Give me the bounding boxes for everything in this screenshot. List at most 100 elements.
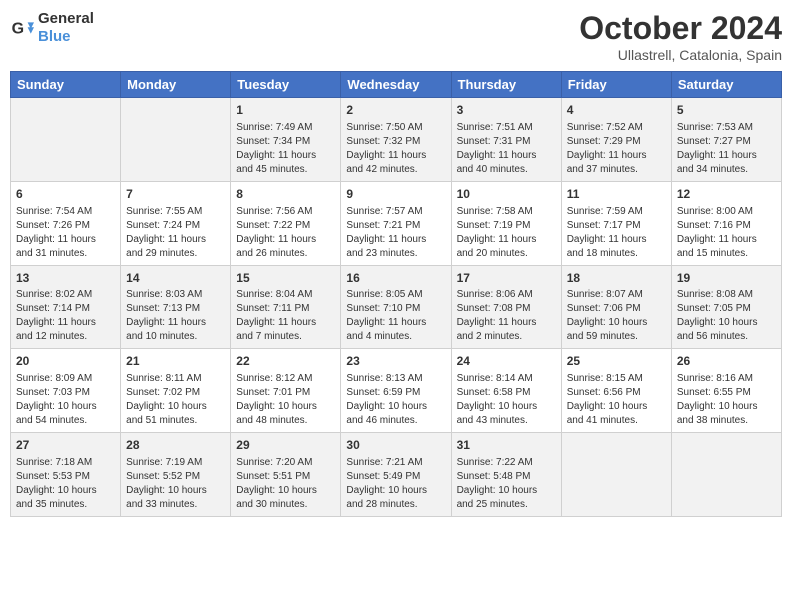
day-of-week-header: Friday — [561, 72, 671, 98]
day-content: Sunrise: 8:09 AM Sunset: 7:03 PM Dayligh… — [16, 372, 115, 428]
day-content: Sunrise: 7:53 AM Sunset: 7:27 PM Dayligh… — [677, 121, 776, 177]
day-number: 4 — [567, 102, 666, 119]
calendar-table: SundayMondayTuesdayWednesdayThursdayFrid… — [10, 71, 782, 517]
day-content: Sunrise: 8:04 AM Sunset: 7:11 PM Dayligh… — [236, 288, 335, 344]
day-of-week-header: Thursday — [451, 72, 561, 98]
title-block: October 2024 Ullastrell, Catalonia, Spai… — [579, 10, 782, 63]
logo-line1: General — [38, 10, 94, 28]
logo-icon: G — [10, 16, 34, 40]
calendar-week-row: 27Sunrise: 7:18 AM Sunset: 5:53 PM Dayli… — [11, 433, 782, 517]
day-number: 26 — [677, 353, 776, 370]
day-number: 25 — [567, 353, 666, 370]
day-content: Sunrise: 8:06 AM Sunset: 7:08 PM Dayligh… — [457, 288, 556, 344]
calendar-cell: 10Sunrise: 7:58 AM Sunset: 7:19 PM Dayli… — [451, 181, 561, 265]
calendar-header-row: SundayMondayTuesdayWednesdayThursdayFrid… — [11, 72, 782, 98]
day-number: 8 — [236, 186, 335, 203]
day-number: 12 — [677, 186, 776, 203]
calendar-cell: 6Sunrise: 7:54 AM Sunset: 7:26 PM Daylig… — [11, 181, 121, 265]
day-content: Sunrise: 8:11 AM Sunset: 7:02 PM Dayligh… — [126, 372, 225, 428]
calendar-cell: 31 Sunrise: 7:22 AM Sunset: 5:48 PM Dayli… — [451, 433, 561, 517]
day-of-week-header: Sunday — [11, 72, 121, 98]
day-number: 7 — [126, 186, 225, 203]
day-of-week-header: Monday — [121, 72, 231, 98]
day-content: Sunrise: 8:08 AM Sunset: 7:05 PM Dayligh… — [677, 288, 776, 344]
calendar-cell: 20 Sunrise: 8:09 AM Sunset: 7:03 PM Dayli… — [11, 349, 121, 433]
calendar-cell: 21 Sunrise: 8:11 AM Sunset: 7:02 PM Dayli… — [121, 349, 231, 433]
day-content: Sunrise: 8:07 AM Sunset: 7:06 PM Dayligh… — [567, 288, 666, 344]
calendar-cell: 13Sunrise: 8:02 AM Sunset: 7:14 PM Dayli… — [11, 265, 121, 349]
calendar-cell — [671, 433, 781, 517]
day-number: 13 — [16, 270, 115, 287]
day-number: 23 — [346, 353, 445, 370]
calendar-cell: 8 Sunrise: 7:56 AM Sunset: 7:22 PM Daylig… — [231, 181, 341, 265]
calendar-cell — [11, 98, 121, 182]
calendar-cell: 28 Sunrise: 7:19 AM Sunset: 5:52 PM Dayli… — [121, 433, 231, 517]
calendar-cell: 22 Sunrise: 8:12 AM Sunset: 7:01 PM Dayli… — [231, 349, 341, 433]
day-content: Sunrise: 8:12 AM Sunset: 7:01 PM Dayligh… — [236, 372, 335, 428]
day-content: Sunrise: 7:21 AM Sunset: 5:49 PM Dayligh… — [346, 456, 445, 512]
calendar-cell — [561, 433, 671, 517]
day-number: 1 — [236, 102, 335, 119]
calendar-cell: 27Sunrise: 7:18 AM Sunset: 5:53 PM Dayli… — [11, 433, 121, 517]
day-content: Sunrise: 7:22 AM Sunset: 5:48 PM Dayligh… — [457, 456, 556, 512]
logo: G General Blue — [10, 10, 94, 46]
svg-text:G: G — [12, 21, 24, 38]
day-content: Sunrise: 7:19 AM Sunset: 5:52 PM Dayligh… — [126, 456, 225, 512]
calendar-cell: 5 Sunrise: 7:53 AM Sunset: 7:27 PM Daylig… — [671, 98, 781, 182]
day-content: Sunrise: 7:56 AM Sunset: 7:22 PM Dayligh… — [236, 205, 335, 261]
day-number: 24 — [457, 353, 556, 370]
day-number: 6 — [16, 186, 115, 203]
calendar-cell: 18Sunrise: 8:07 AM Sunset: 7:06 PM Dayli… — [561, 265, 671, 349]
day-number: 20 — [16, 353, 115, 370]
day-content: Sunrise: 7:59 AM Sunset: 7:17 PM Dayligh… — [567, 205, 666, 261]
calendar-cell: 16Sunrise: 8:05 AM Sunset: 7:10 PM Dayli… — [341, 265, 451, 349]
day-of-week-header: Wednesday — [341, 72, 451, 98]
day-content: Sunrise: 7:50 AM Sunset: 7:32 PM Dayligh… — [346, 121, 445, 177]
calendar-cell: 12 Sunrise: 8:00 AM Sunset: 7:16 PM Dayli… — [671, 181, 781, 265]
day-number: 11 — [567, 186, 666, 203]
calendar-week-row: 13Sunrise: 8:02 AM Sunset: 7:14 PM Dayli… — [11, 265, 782, 349]
calendar-cell: 19Sunrise: 8:08 AM Sunset: 7:05 PM Dayli… — [671, 265, 781, 349]
calendar-week-row: 1 Sunrise: 7:49 AM Sunset: 7:34 PM Daylig… — [11, 98, 782, 182]
day-content: Sunrise: 8:02 AM Sunset: 7:14 PM Dayligh… — [16, 288, 115, 344]
day-number: 5 — [677, 102, 776, 119]
location: Ullastrell, Catalonia, Spain — [579, 47, 782, 63]
calendar-cell: 25 Sunrise: 8:15 AM Sunset: 6:56 PM Dayli… — [561, 349, 671, 433]
calendar-cell: 29Sunrise: 7:20 AM Sunset: 5:51 PM Dayli… — [231, 433, 341, 517]
month-title: October 2024 — [579, 10, 782, 47]
day-number: 9 — [346, 186, 445, 203]
day-content: Sunrise: 7:52 AM Sunset: 7:29 PM Dayligh… — [567, 121, 666, 177]
calendar-cell: 4 Sunrise: 7:52 AM Sunset: 7:29 PM Daylig… — [561, 98, 671, 182]
page-header: G General Blue October 2024 Ullastrell, … — [10, 10, 782, 63]
day-number: 28 — [126, 437, 225, 454]
calendar-week-row: 6Sunrise: 7:54 AM Sunset: 7:26 PM Daylig… — [11, 181, 782, 265]
day-content: Sunrise: 7:57 AM Sunset: 7:21 PM Dayligh… — [346, 205, 445, 261]
day-content: Sunrise: 8:00 AM Sunset: 7:16 PM Dayligh… — [677, 205, 776, 261]
logo-line2: Blue — [38, 28, 94, 46]
day-content: Sunrise: 8:15 AM Sunset: 6:56 PM Dayligh… — [567, 372, 666, 428]
day-number: 17 — [457, 270, 556, 287]
day-number: 3 — [457, 102, 556, 119]
day-number: 14 — [126, 270, 225, 287]
calendar-cell: 7 Sunrise: 7:55 AM Sunset: 7:24 PM Daylig… — [121, 181, 231, 265]
calendar-cell: 26Sunrise: 8:16 AM Sunset: 6:55 PM Dayli… — [671, 349, 781, 433]
day-number: 15 — [236, 270, 335, 287]
day-number: 2 — [346, 102, 445, 119]
calendar-cell: 15Sunrise: 8:04 AM Sunset: 7:11 PM Dayli… — [231, 265, 341, 349]
day-of-week-header: Saturday — [671, 72, 781, 98]
calendar-cell: 1 Sunrise: 7:49 AM Sunset: 7:34 PM Daylig… — [231, 98, 341, 182]
day-number: 22 — [236, 353, 335, 370]
day-content: Sunrise: 7:55 AM Sunset: 7:24 PM Dayligh… — [126, 205, 225, 261]
calendar-cell: 2 Sunrise: 7:50 AM Sunset: 7:32 PM Daylig… — [341, 98, 451, 182]
day-content: Sunrise: 8:13 AM Sunset: 6:59 PM Dayligh… — [346, 372, 445, 428]
day-number: 16 — [346, 270, 445, 287]
day-content: Sunrise: 8:14 AM Sunset: 6:58 PM Dayligh… — [457, 372, 556, 428]
day-number: 21 — [126, 353, 225, 370]
day-of-week-header: Tuesday — [231, 72, 341, 98]
day-number: 31 — [457, 437, 556, 454]
calendar-cell: 24 Sunrise: 8:14 AM Sunset: 6:58 PM Dayli… — [451, 349, 561, 433]
day-content: Sunrise: 7:49 AM Sunset: 7:34 PM Dayligh… — [236, 121, 335, 177]
day-content: Sunrise: 7:51 AM Sunset: 7:31 PM Dayligh… — [457, 121, 556, 177]
calendar-cell: 17Sunrise: 8:06 AM Sunset: 7:08 PM Dayli… — [451, 265, 561, 349]
calendar-cell: 3 Sunrise: 7:51 AM Sunset: 7:31 PM Daylig… — [451, 98, 561, 182]
